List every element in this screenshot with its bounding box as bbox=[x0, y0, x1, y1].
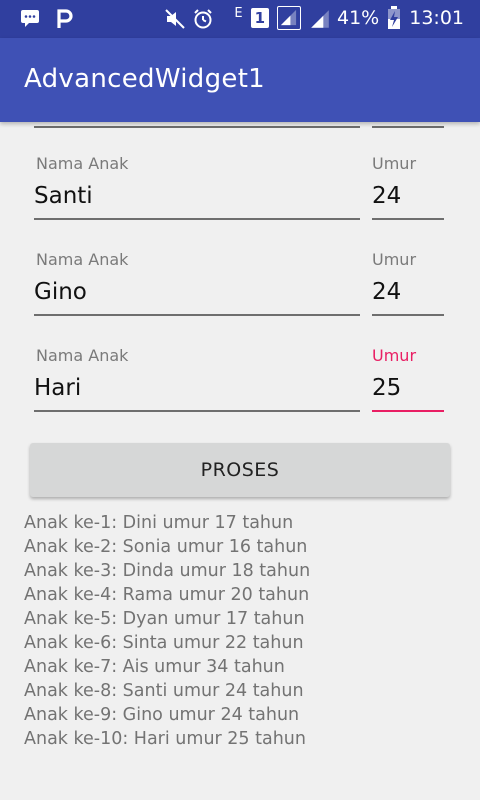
app-bar: AdvancedWidget1 bbox=[0, 38, 480, 122]
result-item: Anak ke-1: Dini umur 17 tahun bbox=[24, 513, 294, 533]
clock-time: 13:01 bbox=[409, 7, 464, 29]
previous-age-underline bbox=[372, 126, 444, 128]
age-input-focused[interactable] bbox=[372, 370, 444, 412]
main-content[interactable]: Nama Anak Umur Nama Anak Umur Nama Anak … bbox=[0, 122, 480, 800]
age-label: Umur bbox=[372, 250, 417, 269]
sim-slot-badge: 1 bbox=[250, 8, 269, 28]
previous-name-underline bbox=[34, 126, 360, 128]
result-item: Anak ke-6: Sinta umur 22 tahun bbox=[24, 633, 304, 653]
age-input[interactable] bbox=[372, 178, 444, 220]
result-item: Anak ke-7: Ais umur 34 tahun bbox=[24, 657, 285, 677]
result-list: Anak ke-1: Dini umur 17 tahun Anak ke-2:… bbox=[24, 511, 310, 751]
name-label: Nama Anak bbox=[36, 154, 129, 173]
result-item: Anak ke-8: Santi umur 24 tahun bbox=[24, 681, 304, 701]
alarm-clock-icon bbox=[192, 8, 213, 29]
name-label: Nama Anak bbox=[36, 346, 129, 365]
result-item: Anak ke-9: Gino umur 24 tahun bbox=[24, 705, 300, 725]
name-label: Nama Anak bbox=[36, 250, 129, 269]
status-bar: E 1 41% 13:01 bbox=[0, 0, 480, 38]
name-input[interactable] bbox=[34, 178, 360, 220]
battery-charging-icon bbox=[387, 6, 401, 30]
result-item: Anak ke-5: Dyan umur 17 tahun bbox=[24, 609, 305, 629]
mute-icon bbox=[164, 8, 186, 29]
bbm-icon bbox=[20, 8, 40, 28]
child-row: Nama Anak Umur bbox=[0, 346, 480, 436]
name-input[interactable] bbox=[34, 370, 360, 412]
signal-icon bbox=[277, 6, 301, 30]
age-input[interactable] bbox=[372, 274, 444, 316]
child-row: Nama Anak Umur bbox=[0, 250, 480, 340]
system-status: E 1 41% 13:01 bbox=[164, 6, 464, 30]
p-logo-icon bbox=[54, 8, 74, 28]
name-input[interactable] bbox=[34, 274, 360, 316]
age-label: Umur bbox=[372, 346, 417, 365]
result-item: Anak ke-4: Rama umur 20 tahun bbox=[24, 585, 310, 605]
network-type-label: E bbox=[234, 5, 243, 21]
result-item: Anak ke-2: Sonia umur 16 tahun bbox=[24, 537, 308, 557]
age-label: Umur bbox=[372, 154, 417, 173]
result-item: Anak ke-10: Hari umur 25 tahun bbox=[24, 729, 306, 749]
child-row: Nama Anak Umur bbox=[0, 154, 480, 244]
process-button[interactable]: PROSES bbox=[30, 443, 450, 497]
result-item: Anak ke-3: Dinda umur 18 tahun bbox=[24, 561, 311, 581]
battery-percent: 41% bbox=[337, 7, 380, 29]
notification-icons bbox=[20, 8, 74, 28]
signal-icon-2 bbox=[309, 8, 329, 28]
app-title: AdvancedWidget1 bbox=[24, 64, 266, 94]
